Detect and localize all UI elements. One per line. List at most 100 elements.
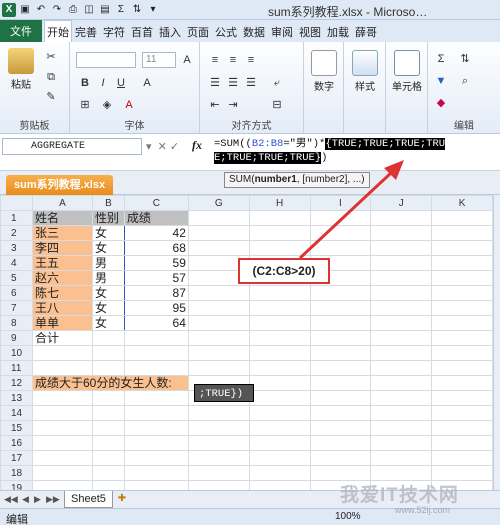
sort-filter-icon[interactable]: ⇅ — [458, 52, 472, 66]
cell-empty[interactable] — [370, 360, 433, 376]
cell-empty[interactable] — [309, 390, 372, 406]
sum-icon[interactable]: Σ — [114, 3, 128, 17]
cell-empty[interactable] — [370, 210, 433, 226]
cell-c[interactable] — [123, 345, 189, 361]
cell-empty[interactable] — [248, 435, 311, 451]
cell-c[interactable]: 57 — [123, 270, 189, 286]
align-left-icon[interactable]: ☰ — [208, 76, 222, 90]
worksheet-grid[interactable]: A B C G H I J K 1 姓名 性别 成绩 2 张三女 42 3 李四女 68 4 王五男 5… — [0, 195, 493, 490]
cell-empty[interactable] — [187, 435, 250, 451]
row-header[interactable]: 11 — [0, 360, 33, 376]
font-color-icon[interactable]: A — [140, 76, 154, 90]
cell-empty[interactable] — [431, 465, 493, 481]
cell-a[interactable]: 成绩大于60分的女生人数: — [31, 375, 189, 391]
indent-increase-icon[interactable]: ⇥ — [226, 98, 240, 112]
wrap-text-icon[interactable]: ⤶ — [270, 76, 284, 90]
tab-zifu[interactable]: 字符 — [100, 22, 128, 42]
cell-empty[interactable] — [309, 300, 372, 316]
cell-empty[interactable] — [309, 210, 372, 226]
cell-b[interactable] — [91, 420, 125, 436]
cell-empty[interactable] — [309, 375, 372, 391]
cell-c[interactable]: 68 — [123, 240, 189, 256]
cell-b[interactable]: 女 — [91, 315, 125, 331]
format-painter-icon[interactable]: ✎ — [44, 90, 58, 104]
cell-empty[interactable] — [370, 375, 433, 391]
cell-empty[interactable] — [431, 225, 493, 241]
tab-formulas[interactable]: 公式 — [212, 22, 240, 42]
cell-c[interactable]: 87 — [123, 285, 189, 301]
row-header[interactable]: 19 — [0, 480, 33, 490]
tab-addins[interactable]: 加载 — [324, 22, 352, 42]
cell-empty[interactable] — [431, 405, 493, 421]
formula-input[interactable]: =SUM((B2:B8="男")*{TRUE;TRUE;TRUE;TRUE;TR… — [214, 137, 456, 165]
cell-empty[interactable] — [309, 285, 372, 301]
clear-icon[interactable]: ◆ — [434, 96, 448, 110]
select-all-corner[interactable] — [0, 195, 33, 211]
cell-c[interactable] — [123, 465, 189, 481]
cell-empty[interactable] — [370, 390, 433, 406]
cell-empty[interactable] — [370, 420, 433, 436]
styles-button[interactable]: 样式 — [349, 50, 381, 93]
row-header[interactable]: 3 — [0, 240, 33, 256]
row-header[interactable]: 17 — [0, 450, 33, 466]
print-icon[interactable]: ⎙ — [66, 3, 80, 17]
cell-c[interactable] — [123, 435, 189, 451]
next-sheet-icon[interactable]: ▶ — [34, 494, 41, 505]
cell-c[interactable] — [123, 330, 189, 346]
cell-a[interactable]: 张三 — [31, 225, 93, 241]
cell-empty[interactable] — [431, 300, 493, 316]
copy-icon[interactable]: ⧉ — [44, 70, 58, 84]
cell-empty[interactable] — [309, 405, 372, 421]
tab-view[interactable]: 视图 — [296, 22, 324, 42]
indent-decrease-icon[interactable]: ⇤ — [208, 98, 222, 112]
cell-b[interactable] — [91, 435, 125, 451]
cell-a[interactable]: 王五 — [31, 255, 93, 271]
cell-empty[interactable] — [248, 480, 311, 490]
cell-empty[interactable] — [187, 330, 250, 346]
cell-c[interactable] — [123, 360, 189, 376]
cell-a[interactable]: 陈七 — [31, 285, 93, 301]
cell-a[interactable] — [31, 420, 93, 436]
cell-empty[interactable] — [370, 315, 433, 331]
row-header[interactable]: 6 — [0, 285, 33, 301]
cell-empty[interactable] — [370, 435, 433, 451]
row-header[interactable]: 13 — [0, 390, 33, 406]
tab-data[interactable]: 数据 — [240, 22, 268, 42]
cell-empty[interactable] — [187, 345, 250, 361]
cell-empty[interactable] — [309, 240, 372, 256]
cell-empty[interactable] — [248, 420, 311, 436]
row-header[interactable]: 12 — [0, 375, 33, 391]
cell-b[interactable]: 男 — [91, 270, 125, 286]
cell-empty[interactable] — [187, 420, 250, 436]
insert-sheet-icon[interactable]: ✚ — [114, 493, 130, 506]
cell-b[interactable] — [91, 345, 125, 361]
cell-empty[interactable] — [370, 255, 433, 271]
cell-a[interactable] — [31, 465, 93, 481]
cell-empty[interactable] — [309, 465, 372, 481]
cell-empty[interactable] — [370, 240, 433, 256]
cell-b[interactable]: 性别 — [91, 210, 125, 226]
editing-cell-overlay[interactable]: ;TRUE}) — [194, 384, 254, 402]
column-header[interactable]: J — [370, 195, 433, 211]
cell-empty[interactable] — [187, 225, 250, 241]
zoom-level[interactable]: 100% — [335, 511, 361, 522]
cell-empty[interactable] — [431, 345, 493, 361]
row-header[interactable]: 5 — [0, 270, 33, 286]
align-center-icon[interactable]: ☰ — [226, 76, 240, 90]
cell-empty[interactable] — [431, 315, 493, 331]
cell-empty[interactable] — [370, 285, 433, 301]
column-header[interactable]: I — [309, 195, 372, 211]
cell-empty[interactable] — [248, 405, 311, 421]
cell-b[interactable]: 女 — [91, 240, 125, 256]
row-header[interactable]: 4 — [0, 255, 33, 271]
cell-empty[interactable] — [309, 315, 372, 331]
grow-font-icon[interactable]: A — [180, 53, 194, 67]
cell-empty[interactable] — [431, 210, 493, 226]
cell-a[interactable]: 王八 — [31, 300, 93, 316]
workbook-tab[interactable]: sum系列教程.xlsx — [6, 175, 114, 195]
row-header[interactable]: 10 — [0, 345, 33, 361]
tab-xuege[interactable]: 薛哥 — [352, 22, 380, 42]
cell-empty[interactable] — [187, 315, 250, 331]
cell-empty[interactable] — [370, 345, 433, 361]
cell-c[interactable]: 95 — [123, 300, 189, 316]
